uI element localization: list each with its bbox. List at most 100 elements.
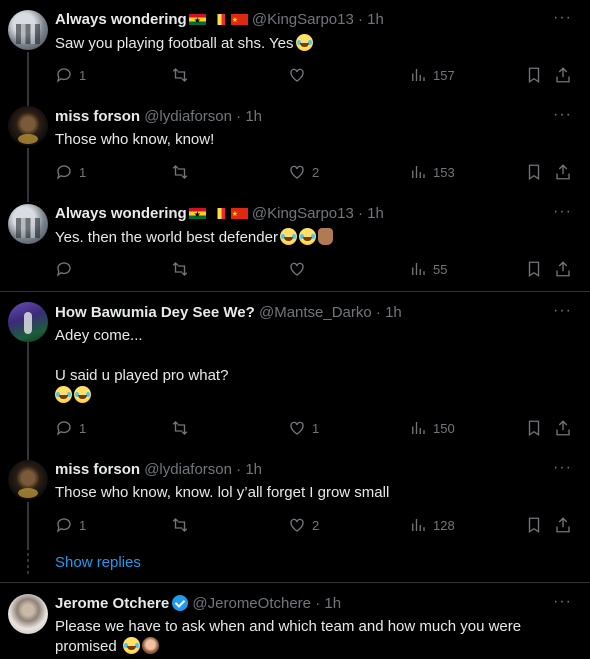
handle[interactable]: @lydiaforson [144, 461, 232, 478]
avatar[interactable] [8, 594, 48, 634]
retweet-button[interactable] [171, 65, 189, 85]
share-icon [556, 261, 570, 277]
display-name[interactable]: How Bawumia Dey See We? [55, 304, 255, 321]
heart-icon [290, 262, 304, 276]
like-button[interactable]: 1 [288, 418, 319, 438]
timestamp[interactable]: · 1h [358, 11, 384, 28]
view-count: 150 [433, 420, 455, 436]
divider [0, 582, 590, 583]
bookmark-button[interactable] [525, 259, 543, 279]
views-button[interactable]: 150 [409, 418, 455, 438]
reply-count: 1 [79, 67, 87, 83]
share-button[interactable] [554, 259, 572, 279]
like-button[interactable]: 2 [288, 162, 319, 182]
timestamp[interactable]: · 1h [358, 205, 384, 222]
avatar[interactable] [8, 10, 48, 50]
reply-button[interactable] [55, 259, 73, 279]
reply-button[interactable]: 1 [55, 65, 86, 85]
views-button[interactable]: 157 [409, 65, 455, 85]
share-button[interactable] [554, 65, 572, 85]
share-button[interactable] [554, 162, 572, 182]
timestamp[interactable]: · 1h [376, 304, 402, 321]
bookmark-button[interactable] [525, 418, 543, 438]
reply-icon [56, 421, 71, 436]
share-icon [556, 164, 570, 180]
like-count: 2 [312, 164, 320, 180]
view-count: 55 [433, 261, 448, 277]
handle[interactable]: @JeromeOtchere [192, 595, 311, 612]
handle[interactable]: @KingSarpo13 [252, 11, 354, 28]
display-name[interactable]: Always wondering [55, 11, 187, 28]
timestamp[interactable]: · 1h [315, 595, 341, 612]
reply-button[interactable]: 1 [55, 162, 86, 182]
views-button[interactable]: 128 [409, 515, 455, 535]
tweet-header: miss forson @lydiaforson · 1h [55, 107, 262, 127]
more-icon[interactable]: ··· [553, 202, 572, 222]
handle[interactable]: @KingSarpo13 [252, 205, 354, 222]
views-icon [412, 69, 425, 81]
handle[interactable]: @Mantse_Darko [259, 304, 372, 321]
avatar[interactable] [8, 460, 48, 500]
belgium-flag-icon [213, 14, 225, 25]
more-icon[interactable]: ··· [553, 105, 572, 125]
like-button[interactable] [288, 259, 306, 279]
reply-button[interactable]: 1 [55, 515, 86, 535]
more-icon[interactable]: ··· [553, 592, 572, 612]
retweet-icon [172, 421, 188, 435]
bookmark-button[interactable] [525, 162, 543, 182]
handle[interactable]: @lydiaforson [144, 108, 232, 125]
more-icon[interactable]: ··· [553, 458, 572, 478]
views-button[interactable]: 55 [409, 259, 447, 279]
retweet-button[interactable] [171, 515, 189, 535]
ghana-flag-icon [188, 205, 206, 225]
reply-button[interactable]: 1 [55, 418, 86, 438]
reply-count: 1 [79, 420, 87, 436]
reply-count: 1 [79, 164, 87, 180]
more-icon[interactable]: ··· [553, 8, 572, 28]
thread-line [27, 148, 29, 202]
reply-icon [56, 165, 71, 180]
timestamp[interactable]: · 1h [236, 108, 262, 125]
share-button[interactable] [554, 418, 572, 438]
thumbs-up-emoji-icon [317, 228, 333, 245]
reply-icon [56, 518, 71, 533]
display-name[interactable]: miss forson [55, 108, 140, 125]
laughing-emoji-icon [295, 34, 313, 51]
more-icon[interactable]: ··· [553, 301, 572, 321]
bookmark-icon [528, 164, 540, 181]
avatar[interactable] [8, 204, 48, 244]
display-name[interactable]: Always wondering [55, 205, 187, 222]
retweet-button[interactable] [171, 418, 189, 438]
views-button[interactable]: 153 [409, 162, 455, 182]
reply-icon [56, 262, 71, 277]
verified-badge-icon [172, 595, 189, 611]
laughing-emoji-icon [122, 637, 140, 654]
tweet-actions: 1 157 [55, 65, 575, 85]
timestamp[interactable]: · 1h [236, 461, 262, 478]
display-name[interactable]: miss forson [55, 461, 140, 478]
bookmark-button[interactable] [525, 515, 543, 535]
like-count: 1 [312, 420, 320, 436]
bookmark-button[interactable] [525, 65, 543, 85]
tweet-header: Jerome Otchere @JeromeOtchere · 1h [55, 594, 341, 614]
like-button[interactable]: 2 [288, 515, 319, 535]
show-replies-link[interactable]: Show replies [55, 553, 141, 573]
heart-icon [290, 421, 304, 435]
display-name[interactable]: Jerome Otchere [55, 595, 169, 612]
retweet-button[interactable] [171, 259, 189, 279]
retweet-icon [172, 68, 188, 82]
china-flag-icon [230, 11, 248, 31]
tweet-text: U said u played pro what? [55, 367, 229, 384]
bookmark-icon [528, 261, 540, 278]
tweet-text: Please we have to ask when and which tea… [55, 618, 522, 635]
thread-dots [27, 553, 29, 575]
like-button[interactable] [288, 65, 306, 85]
heart-icon [290, 68, 304, 82]
avatar[interactable] [8, 106, 48, 146]
views-icon [412, 166, 425, 178]
share-button[interactable] [554, 515, 572, 535]
avatar[interactable] [8, 302, 48, 342]
ghana-flag-icon [188, 11, 206, 31]
retweet-button[interactable] [171, 162, 189, 182]
view-count: 128 [433, 517, 455, 533]
